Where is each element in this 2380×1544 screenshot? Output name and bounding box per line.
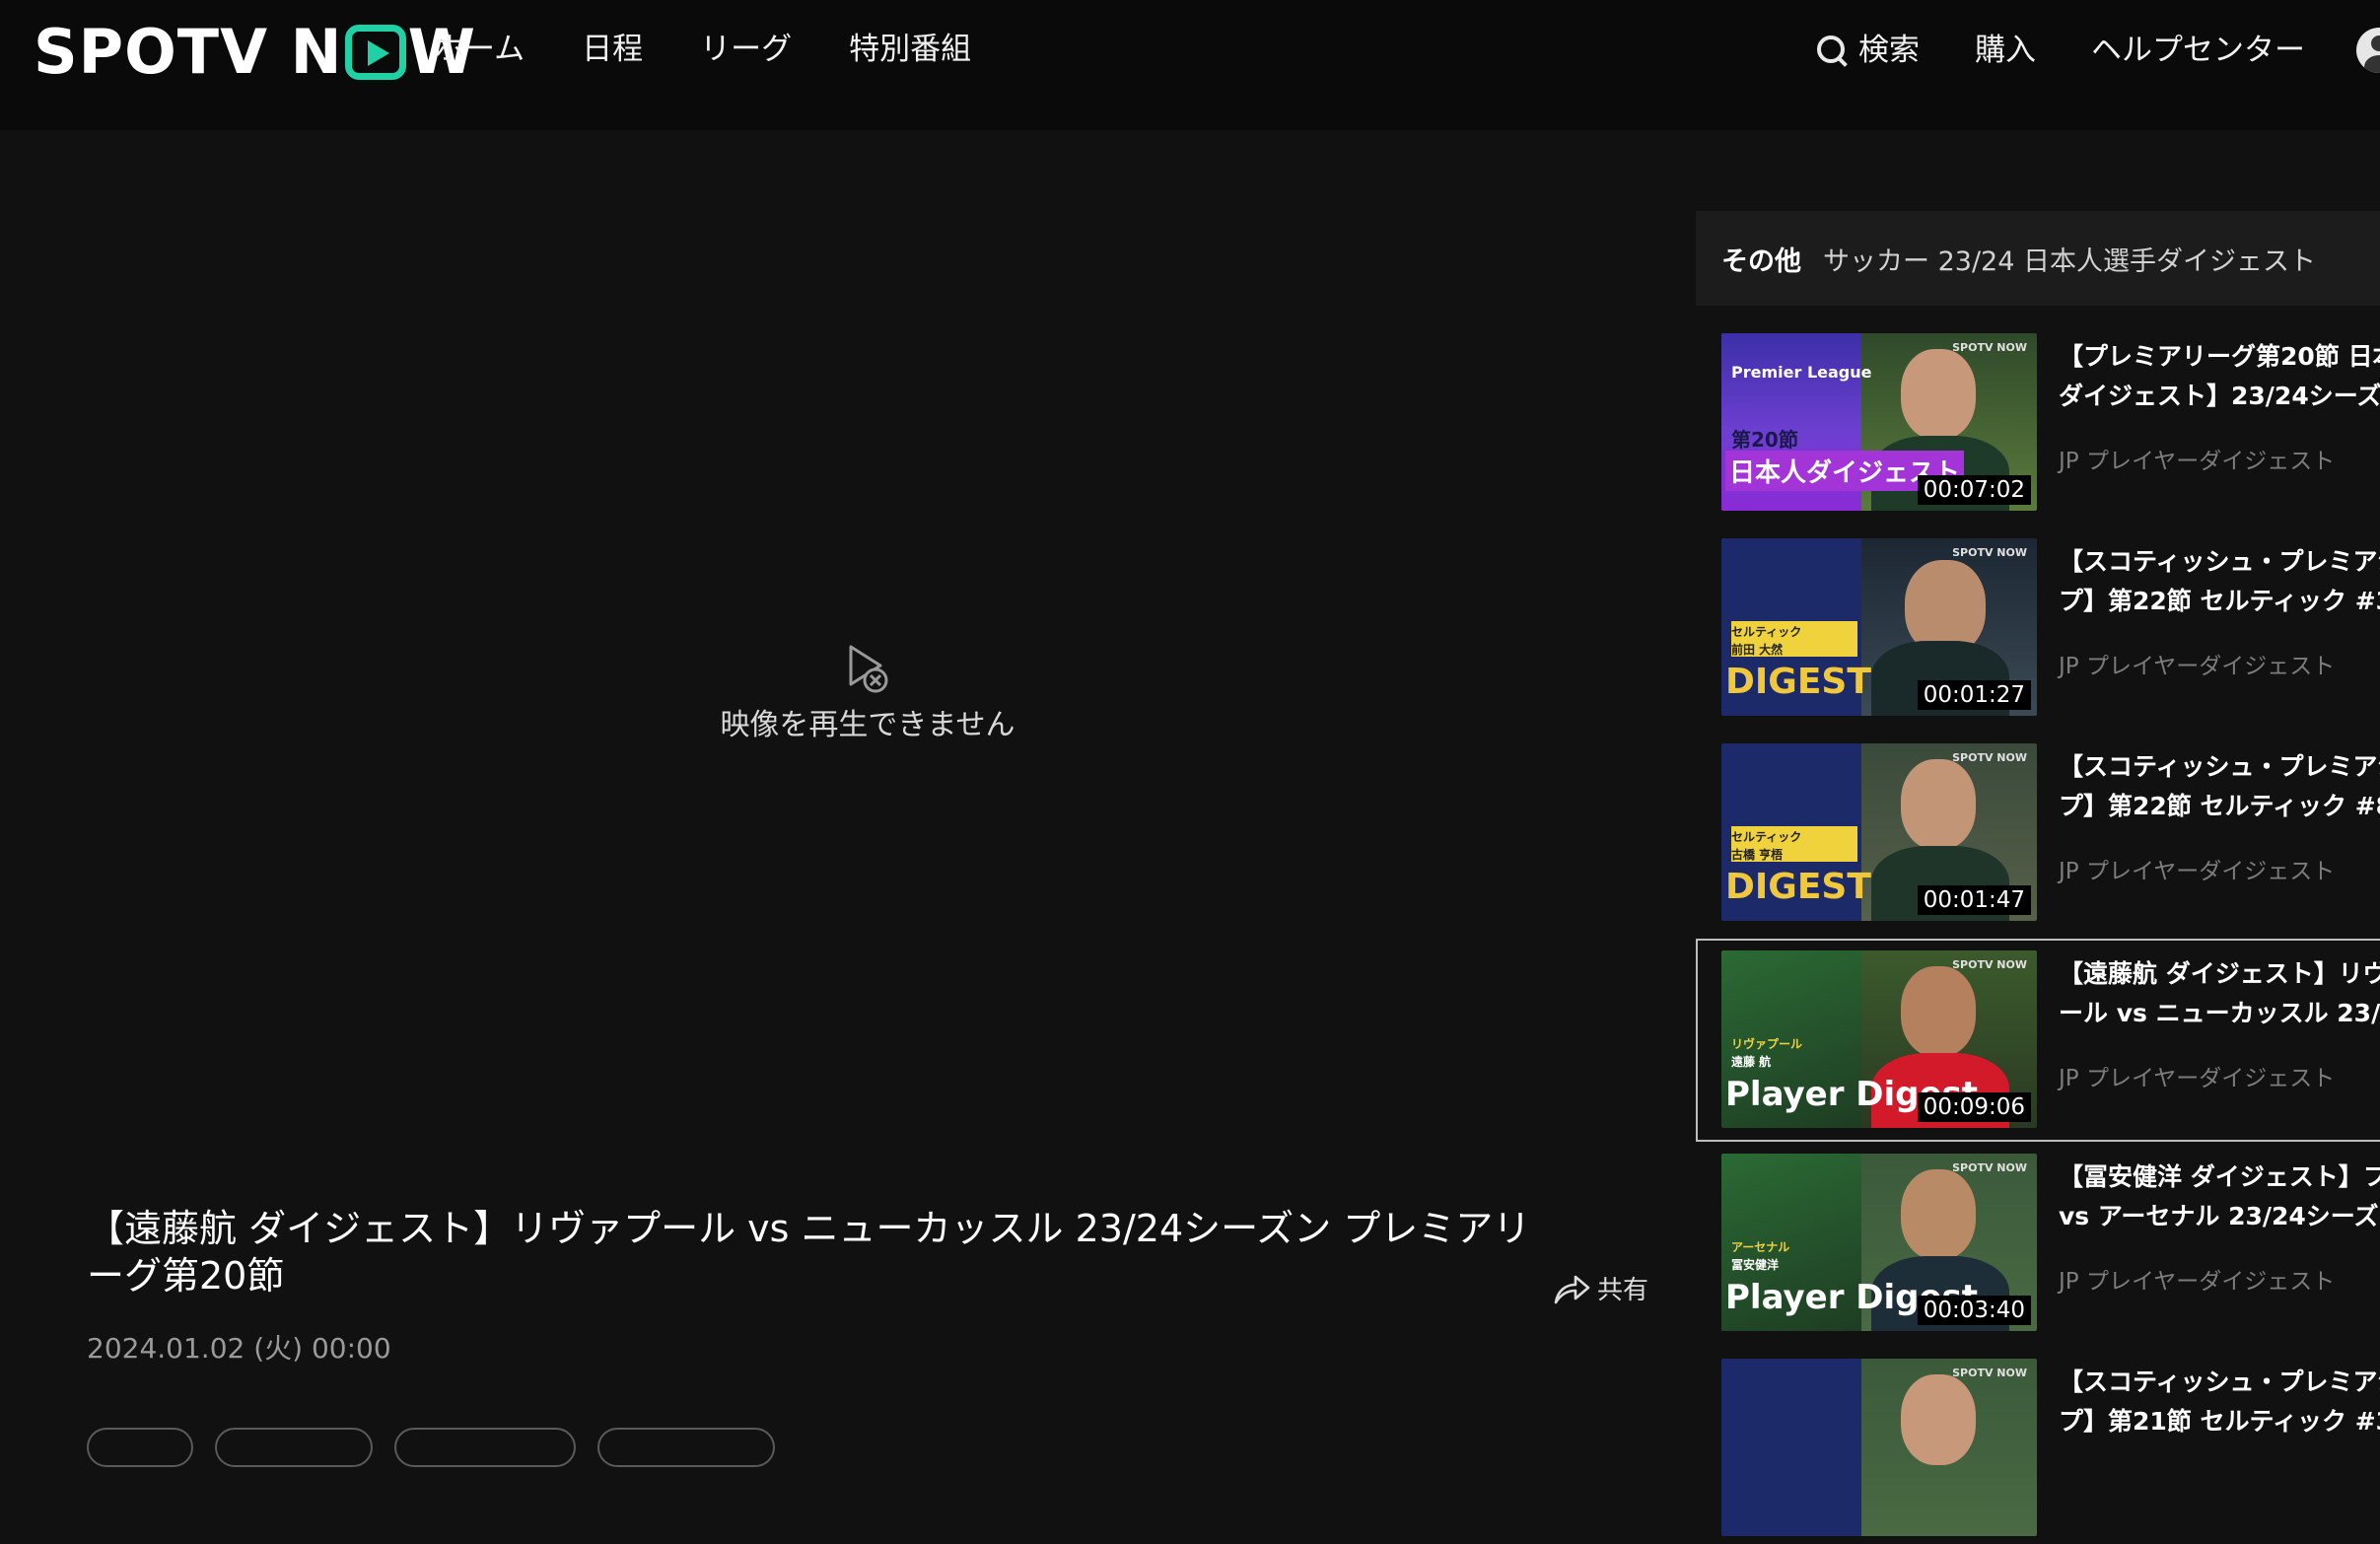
thumb-caption: セルティック	[1731, 625, 1802, 639]
list-item[interactable]: SPOTV NOW 【スコティッシュ・プレミアシッ プ】第21節 セルティック …	[1696, 1345, 2380, 1544]
tag-chip[interactable]	[597, 1428, 775, 1467]
tag-chip[interactable]	[215, 1428, 373, 1467]
duration-badge: 00:07:02	[1917, 475, 2031, 505]
duration-badge: 00:09:06	[1917, 1092, 2031, 1122]
share-label: 共有	[1597, 1276, 1649, 1305]
sidebar-label: その他	[1721, 246, 1801, 277]
search-label: 検索	[1858, 33, 1920, 68]
duration-badge: 00:03:40	[1917, 1296, 2031, 1325]
user-avatar-icon[interactable]	[2356, 28, 2380, 73]
thumb-brand: SPOTV NOW	[1952, 751, 2027, 764]
video-thumbnail: Premier League 第20節 日本人ダイジェスト SPOTV NOW …	[1721, 333, 2037, 511]
thumb-brand: SPOTV NOW	[1952, 1161, 2027, 1174]
thumb-player	[1901, 966, 1976, 1057]
thumb-brand: SPOTV NOW	[1952, 341, 2027, 354]
help-center-link[interactable]: ヘルプセンター	[2091, 29, 2305, 72]
duration-badge: 00:01:27	[1917, 680, 2031, 710]
thumb-caption: アーセナル	[1731, 1240, 1790, 1254]
video-thumbnail: SPOTV NOW	[1721, 1359, 2037, 1536]
list-item-active[interactable]: リヴァプール 遠藤 航 Player Digest SPOTV NOW 00:0…	[1696, 939, 2380, 1142]
thumb-player	[1901, 1169, 1976, 1260]
thumb-caption: Premier League	[1731, 363, 1872, 382]
item-title-line: 【冨安健洋 ダイジェスト】フラム	[2059, 1162, 2380, 1191]
thumb-headline: DIGEST	[1725, 662, 1871, 702]
item-title-line: プ】第22節 セルティック #38 前	[2059, 587, 2380, 615]
thumb-caption: 前田 大然	[1731, 643, 1784, 657]
duration-badge: 00:01:47	[1917, 885, 2031, 915]
thumb-headline: DIGEST	[1725, 867, 1871, 907]
thumb-player	[1901, 349, 1976, 440]
item-title: 【プレミアリーグ第20節 日本人 ダイジェスト】23/24シーズン	[2059, 337, 2380, 416]
item-title: 【スコティッシュ・プレミアシッ プ】第22節 セルティック #38 前	[2059, 542, 2380, 621]
nav-item-special[interactable]: 特別番組	[849, 28, 971, 71]
thumb-brand: SPOTV NOW	[1952, 546, 2027, 559]
item-subtitle: JP プレイヤーダイジェスト	[2059, 1066, 2336, 1091]
thumb-player	[1901, 759, 1976, 850]
item-subtitle: JP プレイヤーダイジェスト	[2059, 1269, 2336, 1295]
thumb-caption: 冨安健洋	[1731, 1258, 1780, 1272]
list-item[interactable]: Premier League 第20節 日本人ダイジェスト SPOTV NOW …	[1696, 319, 2380, 519]
tag-list	[87, 1428, 775, 1467]
nav-item-league[interactable]: リーグ	[700, 28, 792, 71]
share-button[interactable]: 共有	[1552, 1270, 1648, 1306]
item-title-line: ール vs ニューカッスル 23/24	[2059, 999, 2380, 1027]
thumb-caption: 第20節	[1731, 428, 1798, 452]
thumb-brand: SPOTV NOW	[1952, 1367, 2027, 1379]
item-title-line: 【スコティッシュ・プレミアシッ	[2059, 1368, 2380, 1396]
thumb-caption: リヴァプール	[1731, 1037, 1803, 1051]
item-title-line: 【遠藤航 ダイジェスト】リヴァプ	[2059, 959, 2380, 988]
item-title-line: プ】第21節 セルティック #38 前	[2059, 1407, 2380, 1436]
share-icon	[1554, 1275, 1590, 1303]
item-title: 【冨安健洋 ダイジェスト】フラム vs アーセナル 23/24シーズン	[2059, 1158, 2380, 1236]
spotv-now-logo[interactable]: SPOTV NW	[34, 16, 476, 88]
thumb-player	[1901, 1374, 1976, 1465]
main-nav: ホーム 日程 リーグ 特別番組	[434, 28, 971, 71]
purchase-link[interactable]: 購入	[1975, 29, 2036, 72]
nav-item-schedule[interactable]: 日程	[582, 28, 643, 71]
item-subtitle: JP プレイヤーダイジェスト	[2059, 654, 2336, 679]
item-title: 【スコティッシュ・プレミアシッ プ】第22節 セルティック #8 …	[2059, 747, 2380, 826]
item-title: 【遠藤航 ダイジェスト】リヴァプ ール vs ニューカッスル 23/24	[2059, 954, 2380, 1033]
video-title: 【遠藤航 ダイジェスト】リヴァプール vs ニューカッスル 23/24シーズン …	[87, 1207, 1531, 1298]
player-error-message: 映像を再生できません	[720, 708, 1015, 742]
tag-chip[interactable]	[87, 1428, 193, 1467]
nav-item-home[interactable]: ホーム	[434, 28, 525, 71]
thumb-bg	[1861, 1359, 2037, 1536]
play-icon	[344, 25, 406, 80]
play-unavailable-icon	[849, 645, 888, 693]
video-thumbnail: リヴァプール 遠藤 航 Player Digest SPOTV NOW 00:0…	[1721, 950, 2037, 1128]
item-title-line: 【スコティッシュ・プレミアシッ	[2059, 547, 2380, 576]
player-error: 映像を再生できません	[720, 641, 1015, 743]
item-title-line: プ】第22節 セルティック #8 …	[2059, 792, 2380, 820]
thumb-caption: 古橋 亨梧	[1731, 848, 1784, 862]
item-title: 【スコティッシュ・プレミアシッ プ】第21節 セルティック #38 前	[2059, 1363, 2380, 1441]
item-subtitle: JP プレイヤーダイジェスト	[2059, 449, 2336, 474]
video-player[interactable]: 映像を再生できません	[0, 130, 1696, 1156]
video-date: 2024.01.02 (火) 00:00	[87, 1332, 391, 1365]
thumb-bg	[1721, 1359, 1861, 1536]
search-button[interactable]: 検索	[1815, 29, 1920, 72]
tag-chip[interactable]	[394, 1428, 576, 1467]
related-videos-sidebar: その他 サッカー 23/24 日本人選手ダイジェスト Premier Leagu…	[1696, 211, 2380, 1536]
list-item[interactable]: セルティック 前田 大然 DIGEST SPOTV NOW 00:01:27 【…	[1696, 525, 2380, 724]
top-header: SPOTV NW ホーム 日程 リーグ 特別番組 検索 購入 ヘルプセンター	[0, 0, 2380, 130]
thumb-brand: SPOTV NOW	[1952, 958, 2027, 971]
sidebar-playlist-title[interactable]: サッカー 23/24 日本人選手ダイジェスト	[1823, 240, 2316, 278]
thumb-caption: 遠藤 航	[1731, 1055, 1772, 1069]
item-title-line: 【スコティッシュ・プレミアシッ	[2059, 752, 2380, 781]
video-thumbnail: セルティック 古橋 亨梧 DIGEST SPOTV NOW 00:01:47	[1721, 743, 2037, 921]
list-item[interactable]: アーセナル 冨安健洋 Player Digest SPOTV NOW 00:03…	[1696, 1140, 2380, 1339]
thumb-caption: セルティック	[1731, 830, 1802, 844]
video-thumbnail: セルティック 前田 大然 DIGEST SPOTV NOW 00:01:27	[1721, 538, 2037, 716]
right-nav: 検索 購入 ヘルプセンター	[1815, 28, 2380, 73]
item-title-line: 【プレミアリーグ第20節 日本人	[2059, 342, 2380, 371]
logo-text-spotv: SPOTV N	[34, 16, 343, 88]
item-subtitle: JP プレイヤーダイジェスト	[2059, 859, 2336, 884]
item-title-line: vs アーセナル 23/24シーズン	[2059, 1202, 2380, 1230]
search-icon	[1815, 34, 1849, 67]
list-item[interactable]: セルティック 古橋 亨梧 DIGEST SPOTV NOW 00:01:47 【…	[1696, 730, 2380, 929]
sidebar-header: その他 サッカー 23/24 日本人選手ダイジェスト	[1696, 211, 2380, 306]
video-thumbnail: アーセナル 冨安健洋 Player Digest SPOTV NOW 00:03…	[1721, 1154, 2037, 1331]
item-title-line: ダイジェスト】23/24シーズン	[2059, 382, 2380, 410]
